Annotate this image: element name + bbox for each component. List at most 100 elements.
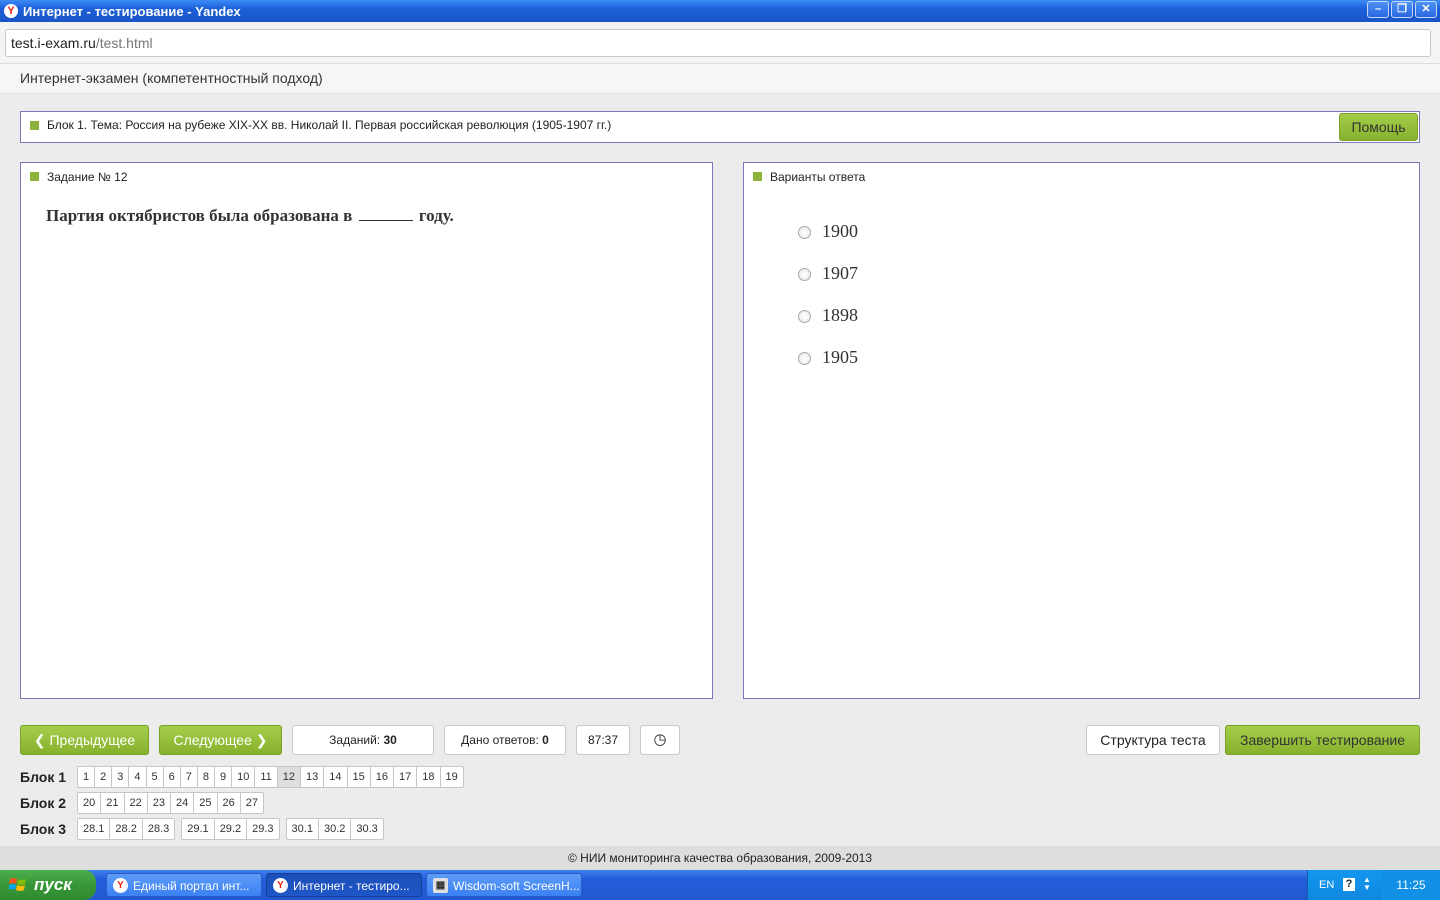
task-number-button[interactable]: 24 <box>171 792 195 814</box>
task-panel: Задание № 12 Партия октябристов была обр… <box>20 162 713 699</box>
task-number-button[interactable]: 22 <box>124 792 148 814</box>
block-row: Блок 2 20 21 22 23 24 25 26 27 <box>20 792 264 814</box>
next-button[interactable]: Следующее ❯ <box>159 725 282 755</box>
task-number-group: 28.1 28.2 28.3 <box>77 818 176 840</box>
block-topic-panel: Блок 1. Тема: Россия на рубеже XIX-XX вв… <box>20 111 1420 143</box>
task-number-button[interactable]: 1 <box>77 766 96 788</box>
yandex-browser-icon: Y <box>273 878 288 893</box>
task-number-button[interactable]: 29.3 <box>247 818 280 840</box>
restore-button[interactable]: ❐ <box>1391 1 1413 18</box>
task-header: Задание № 12 <box>47 170 128 184</box>
block-label: Блок 1 <box>20 769 67 785</box>
block-task-groups: 28.1 28.2 28.3 29.1 29.2 29.3 30.1 30.2 30.3 <box>77 818 384 840</box>
windows-logo-icon <box>9 878 26 891</box>
close-button[interactable]: ✕ <box>1415 1 1437 18</box>
task-number-button[interactable]: 10 <box>232 766 256 788</box>
question-text: Партия октябристов была образована в год… <box>46 205 454 225</box>
task-number-button[interactable]: 5 <box>146 766 164 788</box>
answer-label: 1907 <box>822 263 858 283</box>
address-path: /test.html <box>95 35 153 51</box>
language-indicator[interactable]: EN <box>1319 879 1334 891</box>
task-number-button[interactable]: 4 <box>129 766 147 788</box>
timer-display: 87:37 <box>576 725 630 755</box>
task-number-button-current[interactable]: 12 <box>277 766 302 788</box>
answer-blank <box>358 205 413 221</box>
block-row: Блок 3 28.1 28.2 28.3 29.1 29.2 29.3 30.1 30.2 3… <box>20 818 384 840</box>
help-icon[interactable]: ? <box>1343 878 1355 891</box>
block-label: Блок 3 <box>20 821 67 837</box>
task-number-button[interactable]: 19 <box>440 766 464 788</box>
test-structure-button[interactable]: Структура теста <box>1086 725 1220 755</box>
block-task-groups: 20 21 22 23 24 25 26 27 <box>77 792 264 814</box>
taskbar-item-active[interactable]: Y Интернет - тестиро... <box>266 873 422 897</box>
task-number-group: 1 2 3 4 5 6 7 8 9 10 11 12 13 14 15 16 17 18 19 <box>77 766 464 788</box>
task-number-group: 20 21 22 23 24 25 26 27 <box>77 792 264 814</box>
window-controls: – ❐ ✕ <box>1367 1 1437 18</box>
task-number-button[interactable]: 21 <box>101 792 125 814</box>
task-number-group: 30.1 30.2 30.3 <box>285 818 384 840</box>
yandex-browser-icon: Y <box>113 878 128 893</box>
finish-test-button[interactable]: Завершить тестирование <box>1225 725 1420 755</box>
task-number-button[interactable]: 8 <box>197 766 215 788</box>
task-number-button[interactable]: 11 <box>255 766 278 788</box>
chevron-left-icon: ❮ <box>33 732 46 748</box>
answered-count: Дано ответов: 0 <box>444 725 566 755</box>
block-topic-text: Блок 1. Тема: Россия на рубеже XIX-XX вв… <box>47 118 612 132</box>
task-number-button[interactable]: 28.3 <box>142 818 176 840</box>
task-number-button[interactable]: 27 <box>240 792 264 814</box>
radio-button[interactable] <box>798 310 811 323</box>
answer-option[interactable]: 1905 <box>798 347 858 368</box>
task-number-button[interactable]: 28.1 <box>77 818 111 840</box>
tray-arrows-icon[interactable]: ▲ ▼ <box>1363 876 1371 892</box>
block-task-groups: 1 2 3 4 5 6 7 8 9 10 11 12 13 14 15 16 17 18 19 <box>77 766 464 788</box>
minimize-button[interactable]: – <box>1367 1 1389 18</box>
task-number-button[interactable]: 15 <box>347 766 371 788</box>
task-number-button[interactable]: 2 <box>95 766 113 788</box>
answer-label: 1900 <box>822 221 858 241</box>
task-number-button[interactable]: 30.2 <box>318 818 352 840</box>
chevron-right-icon: ❯ <box>255 732 268 748</box>
answer-option[interactable]: 1900 <box>798 221 858 242</box>
yandex-logo-icon: Y <box>4 4 18 18</box>
task-number-button[interactable]: 17 <box>394 766 418 788</box>
task-number-button[interactable]: 3 <box>112 766 130 788</box>
green-square-icon <box>753 172 762 181</box>
answer-option[interactable]: 1898 <box>798 305 858 326</box>
task-number-button[interactable]: 25 <box>194 792 218 814</box>
answers-panel: Варианты ответа 1900 1907 1898 1905 <box>743 162 1420 699</box>
task-number-button[interactable]: 29.2 <box>214 818 248 840</box>
clock-button[interactable]: ◷ <box>640 725 680 755</box>
task-number-button[interactable]: 9 <box>215 766 233 788</box>
start-button[interactable]: пуск <box>0 870 96 900</box>
task-number-button[interactable]: 13 <box>301 766 325 788</box>
task-number-group: 29.1 29.2 29.3 <box>181 818 280 840</box>
task-number-button[interactable]: 26 <box>217 792 241 814</box>
block-row: Блок 1 1 2 3 4 5 6 7 8 9 10 11 12 13 14 15 16 17 18 19 <box>20 766 464 788</box>
task-number-button[interactable]: 7 <box>180 766 198 788</box>
clock-icon: ◷ <box>653 731 667 748</box>
task-number-button[interactable]: 20 <box>77 792 102 814</box>
taskbar-item[interactable]: ▦ Wisdom-soft ScreenH... <box>426 873 582 897</box>
radio-button[interactable] <box>798 352 811 365</box>
task-number-button[interactable]: 28.2 <box>110 818 143 840</box>
task-number-button[interactable]: 30.3 <box>351 818 384 840</box>
help-button[interactable]: Помощь <box>1339 113 1418 141</box>
task-number-button[interactable]: 16 <box>370 766 395 788</box>
previous-button[interactable]: ❮ Предыдущее <box>20 725 149 755</box>
answer-label: 1905 <box>822 347 858 367</box>
radio-button[interactable] <box>798 226 811 239</box>
task-number-button[interactable]: 23 <box>147 792 171 814</box>
task-number-button[interactable]: 18 <box>417 766 441 788</box>
page-footer: © НИИ мониторинга качества образования, … <box>0 846 1440 870</box>
answer-option[interactable]: 1907 <box>798 263 858 284</box>
radio-button[interactable] <box>798 268 811 281</box>
task-number-button[interactable]: 6 <box>163 766 181 788</box>
task-number-button[interactable]: 29.1 <box>181 818 215 840</box>
address-bar[interactable]: test.i-exam.ru/test.html <box>5 29 1431 57</box>
address-domain: test.i-exam.ru <box>11 35 96 51</box>
taskbar-item[interactable]: Y Единый портал инт... <box>106 873 262 897</box>
task-number-button[interactable]: 30.1 <box>285 818 319 840</box>
taskbar: пуск Y Единый портал инт... Y Интернет -… <box>0 870 1440 900</box>
tasks-count: Заданий: 30 <box>292 725 434 755</box>
task-number-button[interactable]: 14 <box>324 766 348 788</box>
